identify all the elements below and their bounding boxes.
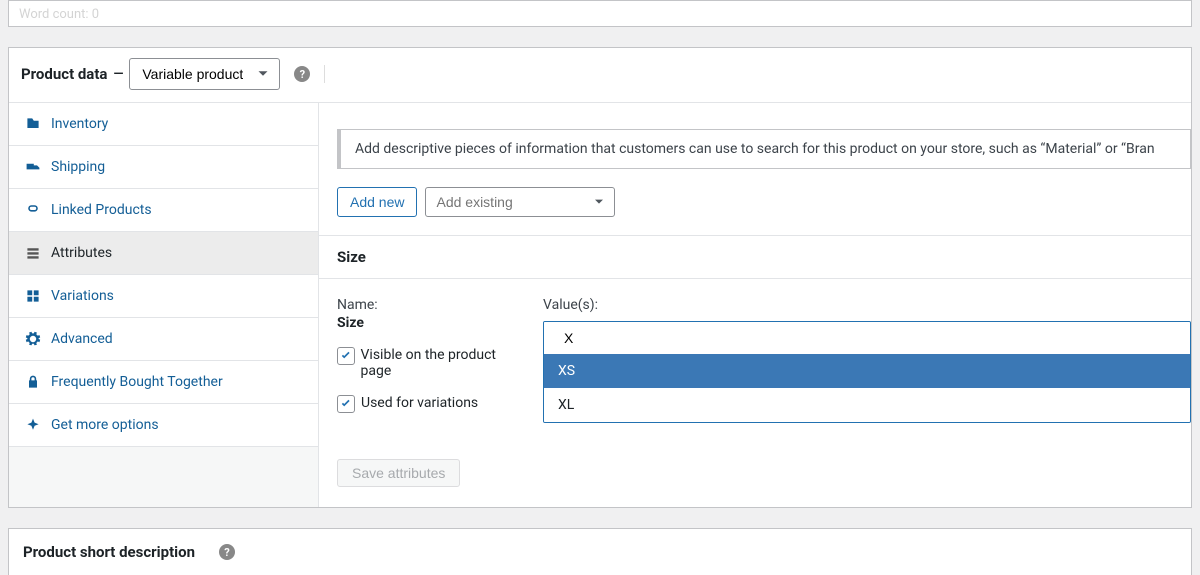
tab-label: Inventory <box>51 116 108 132</box>
attributes-help-text: Add descriptive pieces of information th… <box>337 129 1191 169</box>
values-label: Value(s): <box>543 297 1191 313</box>
inventory-icon <box>25 116 41 132</box>
attributes-icon <box>25 245 41 261</box>
title-dash: — <box>113 67 123 82</box>
used-for-variations-checkbox[interactable] <box>337 395 355 413</box>
add-existing-input[interactable] <box>425 187 615 217</box>
tab-label: Variations <box>51 288 114 304</box>
sparkle-icon <box>25 417 41 433</box>
values-options: XS XL <box>544 354 1190 422</box>
word-count-bar: Word count: 0 <box>8 0 1192 27</box>
variations-icon <box>25 288 41 304</box>
product-data-panel: Product data — Variable product ? Invent… <box>8 47 1192 508</box>
check-icon <box>340 398 352 410</box>
product-type-select[interactable]: Variable product <box>129 58 280 90</box>
value-option-xl[interactable]: XL <box>544 388 1190 422</box>
tab-label: Linked Products <box>51 202 152 218</box>
divider <box>324 65 325 83</box>
tab-frequently-bought-together[interactable]: Frequently Bought Together <box>9 361 318 404</box>
tab-label: Attributes <box>51 245 112 261</box>
product-data-header: Product data — Variable product ? <box>9 48 1191 103</box>
tab-get-more-options[interactable]: Get more options <box>9 404 318 447</box>
add-new-button[interactable]: Add new <box>337 187 417 217</box>
short-description-title: Product short description <box>23 543 195 561</box>
tab-label: Shipping <box>51 159 105 175</box>
tab-variations[interactable]: Variations <box>9 275 318 318</box>
used-for-variations-label: Used for variations <box>361 395 478 411</box>
attribute-heading[interactable]: Size <box>319 236 1191 279</box>
attribute-size: Size Name: Size Visible on the product p… <box>319 235 1191 445</box>
values-search-input[interactable] <box>544 322 1190 354</box>
product-data-tabs: Inventory Shipping Linked Products Attri… <box>9 103 319 507</box>
attribute-name-label: Name: <box>337 297 525 313</box>
value-option-xs[interactable]: XS <box>544 354 1190 388</box>
attribute-name-value: Size <box>337 315 525 331</box>
tab-label: Get more options <box>51 417 159 433</box>
shipping-icon <box>25 159 41 175</box>
word-count-label: Word count: 0 <box>19 7 99 22</box>
gear-icon <box>25 331 41 347</box>
product-data-title: Product data <box>21 65 107 83</box>
tab-shipping[interactable]: Shipping <box>9 146 318 189</box>
check-icon <box>340 350 352 362</box>
tab-linked-products[interactable]: Linked Products <box>9 189 318 232</box>
tab-advanced[interactable]: Advanced <box>9 318 318 361</box>
values-select[interactable]: XS XL <box>543 321 1191 423</box>
lock-icon <box>25 374 41 390</box>
help-icon[interactable]: ? <box>219 544 235 560</box>
tab-label: Frequently Bought Together <box>51 374 223 390</box>
short-description-header: Product short description ? <box>8 528 1192 575</box>
tab-inventory[interactable]: Inventory <box>9 103 318 146</box>
link-icon <box>25 202 41 218</box>
visible-checkbox[interactable] <box>337 347 355 365</box>
help-icon[interactable]: ? <box>294 66 310 82</box>
tab-attributes[interactable]: Attributes <box>9 232 318 275</box>
tab-label: Advanced <box>51 331 113 347</box>
save-attributes-button[interactable]: Save attributes <box>337 459 460 487</box>
visible-checkbox-label: Visible on the product page <box>361 347 525 379</box>
attributes-panel: Add descriptive pieces of information th… <box>319 103 1191 507</box>
